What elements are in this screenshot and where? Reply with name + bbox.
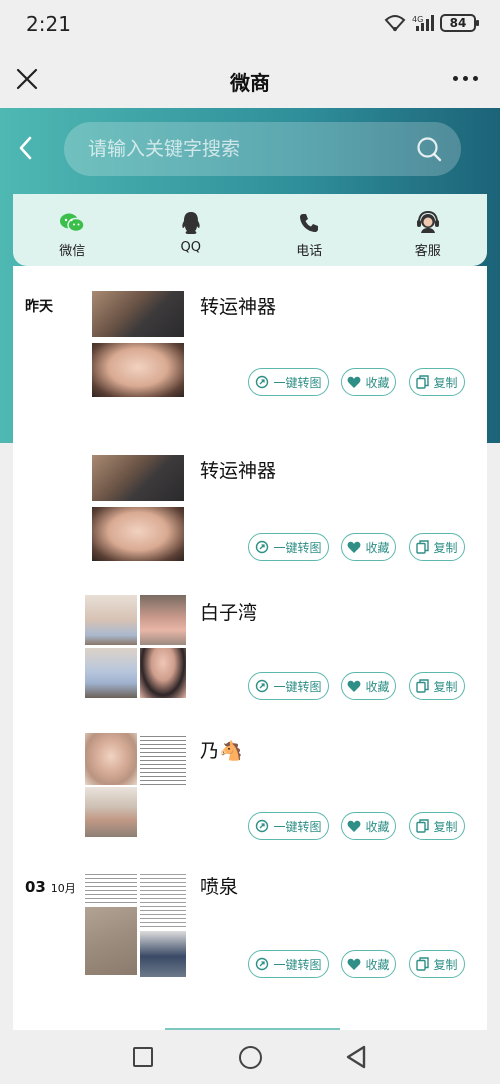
more-options-icon[interactable]	[453, 76, 478, 81]
post-thumbnail[interactable]	[85, 787, 137, 837]
copy-icon	[416, 375, 430, 389]
contact-qq[interactable]: QQ	[132, 194, 251, 266]
copy-button[interactable]: 复制	[409, 672, 465, 700]
home-icon[interactable]	[239, 1046, 262, 1069]
post-thumbnail[interactable]	[92, 343, 184, 397]
post-date: 03 10月	[25, 878, 76, 896]
copy-icon	[416, 679, 430, 693]
convert-icon	[256, 819, 269, 833]
list-item: 昨天 转运神器 一键转图 收藏 复制	[13, 266, 487, 426]
svg-text:4G: 4G	[412, 15, 423, 24]
post-title: 喷泉	[200, 876, 239, 898]
convert-icon	[256, 957, 269, 971]
heart-icon	[348, 376, 361, 388]
convert-image-button[interactable]: 一键转图	[248, 950, 329, 978]
contact-wechat[interactable]: 微信	[13, 194, 132, 266]
convert-icon	[256, 540, 269, 554]
post-thumbnail[interactable]	[85, 907, 137, 975]
copy-button[interactable]: 复制	[409, 812, 465, 840]
heart-icon	[348, 958, 361, 970]
contact-customer-service[interactable]: 客服	[369, 194, 488, 266]
favorite-button[interactable]: 收藏	[341, 368, 396, 396]
post-date: 昨天	[25, 299, 53, 315]
copy-button[interactable]: 复制	[409, 950, 465, 978]
search-icon[interactable]	[415, 135, 443, 163]
post-thumbnail[interactable]	[92, 455, 184, 501]
copy-icon	[416, 540, 430, 554]
convert-image-button[interactable]: 一键转图	[248, 368, 329, 396]
post-thumbnail[interactable]	[92, 507, 184, 561]
favorite-button[interactable]: 收藏	[341, 533, 396, 561]
back-icon[interactable]	[14, 134, 38, 162]
list-item: 乃🐴 一键转图 收藏 复制	[13, 710, 487, 850]
heart-icon	[348, 541, 361, 553]
post-thumbnail[interactable]	[85, 648, 137, 698]
post-thumbnail[interactable]	[140, 931, 186, 977]
nav-back-icon[interactable]	[345, 1045, 367, 1069]
search-box[interactable]	[64, 122, 461, 176]
contact-label: 电话	[296, 244, 323, 259]
convert-image-button[interactable]: 一键转图	[248, 812, 329, 840]
wifi-icon	[384, 14, 406, 32]
convert-icon	[256, 679, 269, 693]
recents-icon[interactable]	[133, 1047, 153, 1067]
copy-icon	[416, 957, 430, 971]
customer-service-icon	[416, 210, 439, 233]
copy-icon	[416, 819, 430, 833]
phone-icon	[300, 214, 319, 232]
post-thumbnail[interactable]	[140, 871, 186, 929]
list-item: 03 10月 喷泉 一键转图 收藏 复制	[13, 850, 487, 1030]
favorite-button[interactable]: 收藏	[341, 672, 396, 700]
contact-label: QQ	[180, 240, 201, 255]
contact-bar: 微信 QQ 电话 客服	[13, 194, 487, 266]
status-icons: 4G 84	[384, 14, 479, 32]
copy-button[interactable]: 复制	[409, 368, 465, 396]
status-bar: 2:21 4G 84	[0, 0, 500, 50]
contact-label: 客服	[414, 244, 441, 259]
post-thumbnail[interactable]	[85, 871, 137, 905]
list-item: 转运神器 一键转图 收藏 复制	[13, 430, 487, 570]
signal-icon: 4G	[412, 14, 434, 32]
heart-icon	[348, 820, 361, 832]
wechat-icon	[60, 213, 85, 233]
post-list: 昨天 转运神器 一键转图 收藏 复制 转运神器 一键转图 收藏 复制 白子湾 一…	[13, 266, 487, 1030]
post-thumbnail[interactable]	[140, 733, 186, 785]
post-thumbnail[interactable]	[140, 648, 186, 698]
post-title: 白子湾	[200, 602, 258, 624]
qq-icon	[182, 212, 200, 234]
page-title: 微商	[230, 71, 270, 95]
title-bar: 微商	[0, 50, 500, 108]
contact-phone[interactable]: 电话	[250, 194, 369, 266]
list-item: 白子湾 一键转图 收藏 复制	[13, 570, 487, 710]
post-thumbnail[interactable]	[92, 291, 184, 337]
post-title: 转运神器	[200, 460, 277, 482]
contact-label: 微信	[59, 244, 86, 259]
post-thumbnail[interactable]	[85, 733, 137, 785]
search-input[interactable]	[88, 122, 408, 176]
favorite-button[interactable]: 收藏	[341, 950, 396, 978]
post-title: 乃🐴	[200, 740, 243, 762]
convert-image-button[interactable]: 一键转图	[248, 533, 329, 561]
favorite-button[interactable]: 收藏	[341, 812, 396, 840]
heart-icon	[348, 680, 361, 692]
post-title: 转运神器	[200, 296, 277, 318]
convert-image-button[interactable]: 一键转图	[248, 672, 329, 700]
copy-button[interactable]: 复制	[409, 533, 465, 561]
system-nav-bar	[0, 1030, 500, 1084]
post-thumbnail[interactable]	[85, 595, 137, 645]
post-thumbnail[interactable]	[140, 595, 186, 645]
convert-icon	[256, 375, 269, 389]
battery-indicator: 84	[440, 14, 479, 32]
status-time: 2:21	[26, 12, 71, 36]
